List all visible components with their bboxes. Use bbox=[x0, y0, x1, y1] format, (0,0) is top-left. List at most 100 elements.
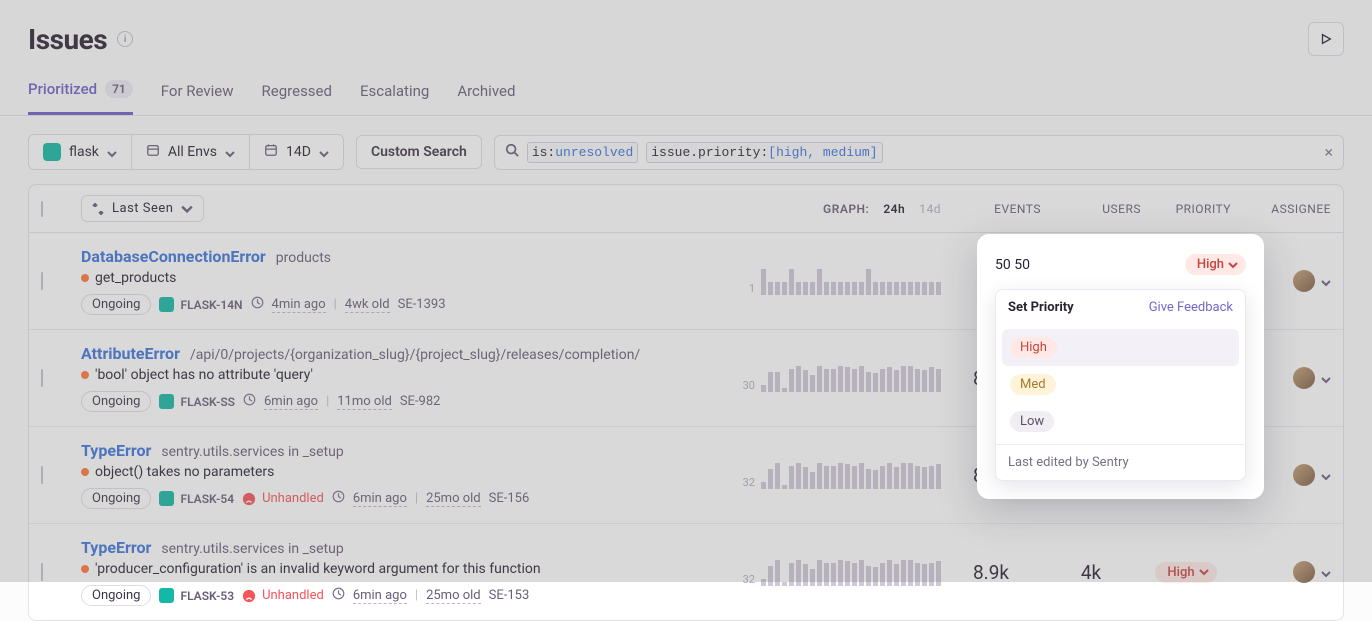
project-filter[interactable]: flask bbox=[29, 135, 132, 169]
issue-time: 6min ago bbox=[353, 491, 407, 507]
users-count: 4k bbox=[1041, 561, 1141, 584]
graph-range-14d[interactable]: 14d bbox=[919, 202, 941, 216]
project-chip[interactable]: FLASK-53 bbox=[159, 588, 234, 603]
avatar[interactable] bbox=[1293, 270, 1315, 292]
select-all-checkbox[interactable] bbox=[41, 201, 43, 217]
avatar[interactable] bbox=[1293, 561, 1315, 583]
tab-escalating[interactable]: Escalating bbox=[360, 72, 429, 115]
row-checkbox[interactable] bbox=[41, 563, 43, 581]
project-chip[interactable]: FLASK-54 bbox=[159, 491, 234, 506]
priority-menu: Set Priority Give Feedback HighMedLow La… bbox=[995, 289, 1246, 481]
status-badge: Ongoing bbox=[81, 294, 151, 315]
issue-age: 4wk old bbox=[345, 297, 390, 313]
unhandled-badge: Unhandled bbox=[242, 588, 324, 603]
spark-label: 32 bbox=[743, 476, 755, 489]
status-dot-icon bbox=[81, 468, 89, 476]
avatar[interactable] bbox=[1293, 464, 1315, 486]
status-badge: Ongoing bbox=[81, 488, 151, 509]
priority-option-med[interactable]: Med bbox=[1002, 366, 1239, 403]
row-checkbox[interactable] bbox=[41, 466, 43, 484]
chevron-down-icon[interactable] bbox=[1321, 567, 1331, 577]
priority-option-low[interactable]: Low bbox=[1002, 403, 1239, 440]
issue-age: 25mo old bbox=[426, 588, 481, 604]
unhandled-badge: Unhandled bbox=[242, 491, 324, 506]
clear-search-icon[interactable]: × bbox=[1324, 143, 1333, 162]
issue-title[interactable]: TypeError bbox=[81, 538, 151, 557]
tab-prioritized[interactable]: Prioritized71 bbox=[28, 72, 133, 115]
row-checkbox[interactable] bbox=[41, 369, 43, 387]
issue-subtitle: object() takes no parameters bbox=[95, 464, 274, 480]
priority-chip: Med bbox=[1010, 374, 1056, 395]
tab-regressed[interactable]: Regressed bbox=[262, 72, 332, 115]
range-filter[interactable]: 14D bbox=[250, 135, 343, 169]
popover-users: 50 bbox=[1014, 257, 1030, 273]
spark-label: 32 bbox=[743, 573, 755, 586]
tab-for-review[interactable]: For Review bbox=[161, 72, 234, 115]
issue-short-id: SE-982 bbox=[400, 394, 441, 409]
col-users: USERS bbox=[1041, 202, 1141, 216]
env-filter[interactable]: All Envs bbox=[132, 135, 250, 169]
issue-location: sentry.utils.services in _setup bbox=[161, 541, 343, 557]
issue-subtitle: 'bool' object has no attribute 'query' bbox=[95, 367, 313, 383]
tab-badge: 71 bbox=[105, 80, 133, 98]
range-filter-label: 14D bbox=[286, 144, 311, 160]
status-dot-icon bbox=[81, 565, 89, 573]
sort-label: Last Seen bbox=[112, 201, 173, 216]
priority-badge[interactable]: High bbox=[1155, 562, 1216, 583]
priority-chip: Low bbox=[1010, 411, 1054, 432]
info-icon[interactable]: i bbox=[117, 31, 133, 47]
status-dot-icon bbox=[81, 274, 89, 282]
issue-time: 4min ago bbox=[272, 297, 326, 313]
chevron-down-icon[interactable] bbox=[1321, 373, 1331, 383]
play-button[interactable] bbox=[1308, 22, 1344, 56]
graph-range-24h[interactable]: 24h bbox=[883, 202, 905, 216]
chevron-down-icon bbox=[225, 147, 235, 157]
tabs: Prioritized71 For Review Regressed Escalati… bbox=[0, 62, 1372, 116]
clock-icon bbox=[332, 587, 345, 604]
filter-group: flask All Envs 14D bbox=[28, 134, 344, 170]
clock-icon bbox=[332, 490, 345, 507]
page-title: Issues bbox=[28, 23, 107, 56]
col-events: EVENTS bbox=[941, 202, 1041, 216]
popover-events: 50 bbox=[995, 257, 1011, 273]
issue-title[interactable]: AttributeError bbox=[81, 344, 180, 363]
search-token[interactable]: is:unresolved bbox=[527, 142, 638, 163]
env-filter-label: All Envs bbox=[168, 144, 217, 160]
issue-short-id: SE-1393 bbox=[398, 297, 446, 312]
status-badge: Ongoing bbox=[81, 585, 151, 606]
project-icon bbox=[159, 394, 174, 409]
issue-title[interactable]: DatabaseConnectionError bbox=[81, 247, 266, 266]
col-priority: PRIORITY bbox=[1141, 202, 1231, 216]
chevron-down-icon[interactable] bbox=[1321, 470, 1331, 480]
events-count: 8.9k bbox=[941, 561, 1041, 584]
search-icon bbox=[505, 143, 519, 161]
issue-subtitle: get_products bbox=[95, 270, 176, 286]
issue-short-id: SE-153 bbox=[489, 588, 530, 603]
spark-label: 1 bbox=[749, 282, 755, 295]
issue-short-id: SE-156 bbox=[489, 491, 530, 506]
chevron-down-icon bbox=[319, 147, 329, 157]
issue-location: sentry.utils.services in _setup bbox=[161, 444, 343, 460]
calendar-icon bbox=[264, 143, 278, 161]
spark-label: 30 bbox=[743, 379, 755, 392]
issue-subtitle: 'producer_configuration' is an invalid k… bbox=[95, 561, 541, 577]
avatar[interactable] bbox=[1293, 367, 1315, 389]
table-row: TypeError sentry.utils.services in _setup… bbox=[29, 524, 1343, 620]
priority-badge[interactable]: High bbox=[1185, 254, 1246, 275]
search-input[interactable]: is:unresolved issue.priority:[high, medi… bbox=[494, 135, 1344, 170]
chevron-down-icon[interactable] bbox=[1321, 276, 1331, 286]
project-chip[interactable]: FLASK-14N bbox=[159, 297, 242, 312]
chevron-down-icon bbox=[107, 147, 117, 157]
custom-search-button[interactable]: Custom Search bbox=[356, 135, 482, 169]
give-feedback-link[interactable]: Give Feedback bbox=[1149, 300, 1233, 315]
project-chip[interactable]: FLASK-SS bbox=[159, 394, 235, 409]
search-token[interactable]: issue.priority:[high, medium] bbox=[646, 142, 882, 163]
priority-option-high[interactable]: High bbox=[1002, 329, 1239, 366]
col-assignee: ASSIGNEE bbox=[1231, 202, 1331, 216]
issue-age: 25mo old bbox=[426, 491, 481, 507]
sort-button[interactable]: Last Seen bbox=[81, 195, 204, 222]
tab-archived[interactable]: Archived bbox=[457, 72, 515, 115]
issue-title[interactable]: TypeError bbox=[81, 441, 151, 460]
row-checkbox[interactable] bbox=[41, 272, 43, 290]
sparkline bbox=[761, 364, 941, 392]
